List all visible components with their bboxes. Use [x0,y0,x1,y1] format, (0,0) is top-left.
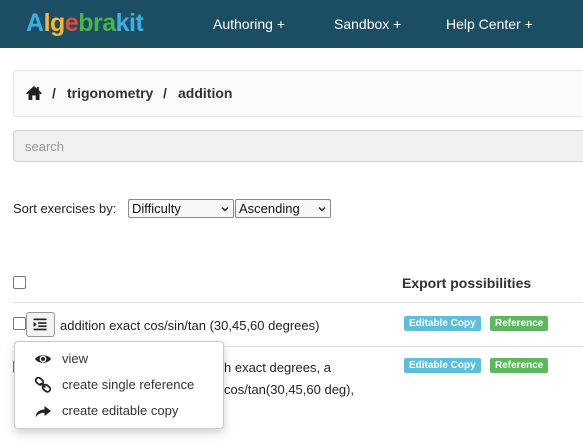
table-divider [13,302,583,303]
sort-field-value: Difficulty [132,201,181,216]
breadcrumb: / trigonometry / addition [13,70,583,117]
top-navbar: Algebrakit Authoring + Sandbox + Help Ce… [0,0,583,48]
logo-part-a: A [26,9,44,37]
row-menu-button[interactable] [26,312,55,337]
logo-part-bra: bra [78,9,116,37]
search-input[interactable] [13,130,583,162]
menu-item-label: create single reference [62,377,195,392]
home-icon[interactable] [25,85,43,101]
menu-item-label: create editable copy [62,403,179,418]
badge-reference[interactable]: Reference [490,316,549,331]
badge-editable-copy[interactable]: Editable Copy [404,358,481,373]
nav-sandbox[interactable]: Sandbox + [334,15,401,33]
row-checkbox[interactable] [13,317,26,330]
link-icon [34,377,52,393]
sort-label: Sort exercises by: [13,201,117,216]
row-action-menu: view create single reference create edit… [14,341,224,429]
chevron-down-icon [221,207,229,212]
list-indent-icon [33,318,47,331]
export-possibilities-header: Export possibilities [402,275,532,291]
breadcrumb-separator: / [52,85,56,101]
eye-icon [35,355,51,363]
exercise-description-line: cos/tan(30,45,60 deg), [224,382,355,397]
menu-item-label: view [62,351,89,366]
menu-item-create-editable-copy[interactable]: create editable copy [15,399,223,423]
breadcrumb-separator: / [163,85,167,101]
logo-part-lg: lg [43,9,66,37]
menu-item-create-single-reference[interactable]: create single reference [15,373,223,397]
logo-part-kit: kit [115,9,144,37]
share-arrow-icon [35,406,51,418]
sort-field-select[interactable]: Difficulty [128,199,234,218]
badge-editable-copy[interactable]: Editable Copy [404,316,481,331]
badge-reference[interactable]: Reference [490,358,549,373]
nav-help-center[interactable]: Help Center + [446,15,533,33]
sort-order-value: Ascending [239,201,300,216]
algebrakit-logo[interactable]: Algebrakit [26,8,144,38]
nav-authoring[interactable]: Authoring + [213,15,285,33]
exercise-description-line: h exact degrees, a [224,360,331,375]
menu-item-view[interactable]: view [15,347,223,371]
exercise-title[interactable]: addition exact cos/sin/tan (30,45,60 deg… [60,318,319,334]
breadcrumb-trigonometry[interactable]: trigonometry [67,84,153,102]
breadcrumb-addition[interactable]: addition [178,84,232,102]
chevron-down-icon [318,207,326,212]
logo-part-e: e [64,9,79,37]
select-all-checkbox[interactable] [13,276,26,289]
sort-order-select[interactable]: Ascending [235,199,331,218]
